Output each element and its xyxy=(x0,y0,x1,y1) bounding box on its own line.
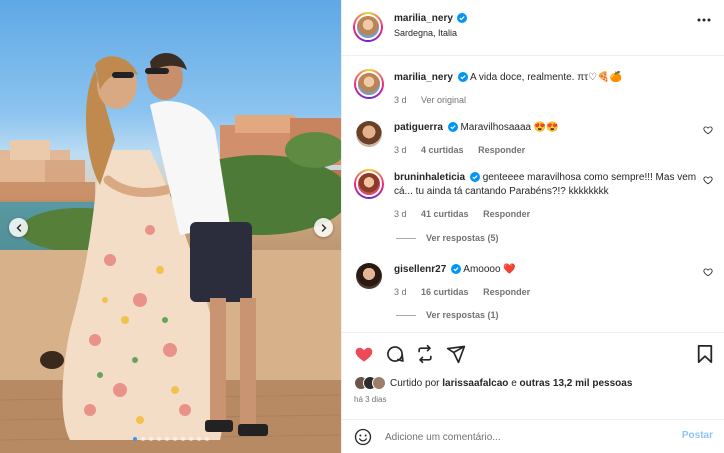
carousel-next-button[interactable] xyxy=(314,218,333,237)
heart-icon[interactable] xyxy=(703,125,713,135)
carousel-dot xyxy=(156,437,161,441)
caption-age: 3 d xyxy=(394,95,407,105)
verified-icon xyxy=(447,122,458,132)
replies-divider xyxy=(396,314,416,316)
carousel-dot xyxy=(140,437,145,441)
commenter-avatar[interactable] xyxy=(354,169,384,199)
replies-divider xyxy=(396,237,416,239)
verified-icon xyxy=(457,13,468,23)
comment-likes[interactable]: 41 curtidas xyxy=(421,209,469,219)
comment-age: 3 d xyxy=(394,209,407,219)
carousel-dot xyxy=(204,437,209,441)
send-icon[interactable] xyxy=(446,344,466,364)
view-replies-button[interactable]: Ver respostas (5) xyxy=(396,233,499,243)
liked-prefix: Curtido por xyxy=(390,377,440,389)
commenter-username[interactable]: patiguerra xyxy=(394,122,443,133)
carousel-prev-button[interactable] xyxy=(9,218,28,237)
post-timestamp[interactable]: há 3 dias xyxy=(354,395,386,404)
comment-age: 3 d xyxy=(394,145,407,155)
post-actions: Curtido por larissaafalcao e outras 13,2… xyxy=(342,332,724,453)
caption-avatar[interactable] xyxy=(354,69,384,99)
post-header: marilia_nery Sardegna, Italia xyxy=(342,0,724,56)
post-comment-button[interactable]: Postar xyxy=(682,430,713,441)
post-location[interactable]: Sardegna, Italia xyxy=(394,28,467,38)
reply-button[interactable]: Responder xyxy=(483,209,530,219)
save-icon[interactable] xyxy=(696,344,714,364)
liker-avatar xyxy=(372,376,386,390)
see-original-link[interactable]: Ver original xyxy=(421,95,466,105)
carousel-dot xyxy=(180,437,185,441)
carousel-dot xyxy=(164,437,169,441)
heart-icon[interactable] xyxy=(703,267,713,277)
carousel-indicator xyxy=(0,437,341,441)
comment-composer: Postar xyxy=(342,419,724,453)
liked-by: Curtido por larissaafalcao e outras 13,2… xyxy=(354,376,632,390)
more-options-icon[interactable] xyxy=(697,18,711,22)
comment-text: Amoooo ❤️ xyxy=(463,264,516,275)
share-icon[interactable] xyxy=(415,344,435,364)
verified-icon xyxy=(469,172,480,182)
heart-icon[interactable] xyxy=(703,175,713,185)
carousel-dot xyxy=(188,437,193,441)
liked-by-user[interactable]: larissaafalcao xyxy=(442,378,508,389)
chevron-left-icon xyxy=(16,223,21,232)
reply-button[interactable]: Responder xyxy=(483,287,530,297)
emoji-icon[interactable] xyxy=(354,428,372,446)
photo-illustration xyxy=(0,52,341,453)
comment-icon[interactable] xyxy=(385,344,405,364)
commenter-username[interactable]: bruninhaleticia xyxy=(394,172,465,183)
view-replies-label: Ver respostas (5) xyxy=(426,233,499,243)
commenter-avatar[interactable] xyxy=(356,263,382,289)
caption-username[interactable]: marilia_nery xyxy=(394,72,453,83)
carousel-dot xyxy=(132,437,137,441)
post-photo[interactable] xyxy=(0,0,341,453)
carousel-dot xyxy=(196,437,201,441)
author-avatar[interactable] xyxy=(353,12,383,42)
verified-icon xyxy=(451,264,462,274)
reply-button[interactable]: Responder xyxy=(478,145,525,155)
post-sidebar: marilia_nery Sardegna, Italia marilia_ne… xyxy=(341,0,724,453)
carousel-dot xyxy=(148,437,153,441)
chevron-right-icon xyxy=(321,223,326,232)
heart-icon[interactable] xyxy=(354,344,374,364)
comment-input[interactable] xyxy=(385,428,665,446)
comment-age: 3 d xyxy=(394,287,407,297)
verified-icon xyxy=(457,72,468,82)
post-modal: marilia_nery Sardegna, Italia marilia_ne… xyxy=(0,0,724,453)
commenter-avatar[interactable] xyxy=(356,121,382,147)
comment-text: Maravilhosaaaa 😍😍 xyxy=(460,122,559,133)
view-replies-button[interactable]: Ver respostas (1) xyxy=(396,310,499,320)
caption-text: A vida doce, realmente. πτ♡🍕🍊 xyxy=(469,72,622,83)
author-username[interactable]: marilia_nery xyxy=(394,13,453,24)
comment-likes[interactable]: 16 curtidas xyxy=(421,287,469,297)
liked-joiner: e xyxy=(511,377,517,389)
liked-by-others[interactable]: outras 13,2 mil pessoas xyxy=(520,378,633,389)
comment-likes[interactable]: 4 curtidas xyxy=(421,145,464,155)
view-replies-label: Ver respostas (1) xyxy=(426,310,499,320)
carousel-dot xyxy=(172,437,177,441)
commenter-username[interactable]: gisellenr27 xyxy=(394,264,446,275)
